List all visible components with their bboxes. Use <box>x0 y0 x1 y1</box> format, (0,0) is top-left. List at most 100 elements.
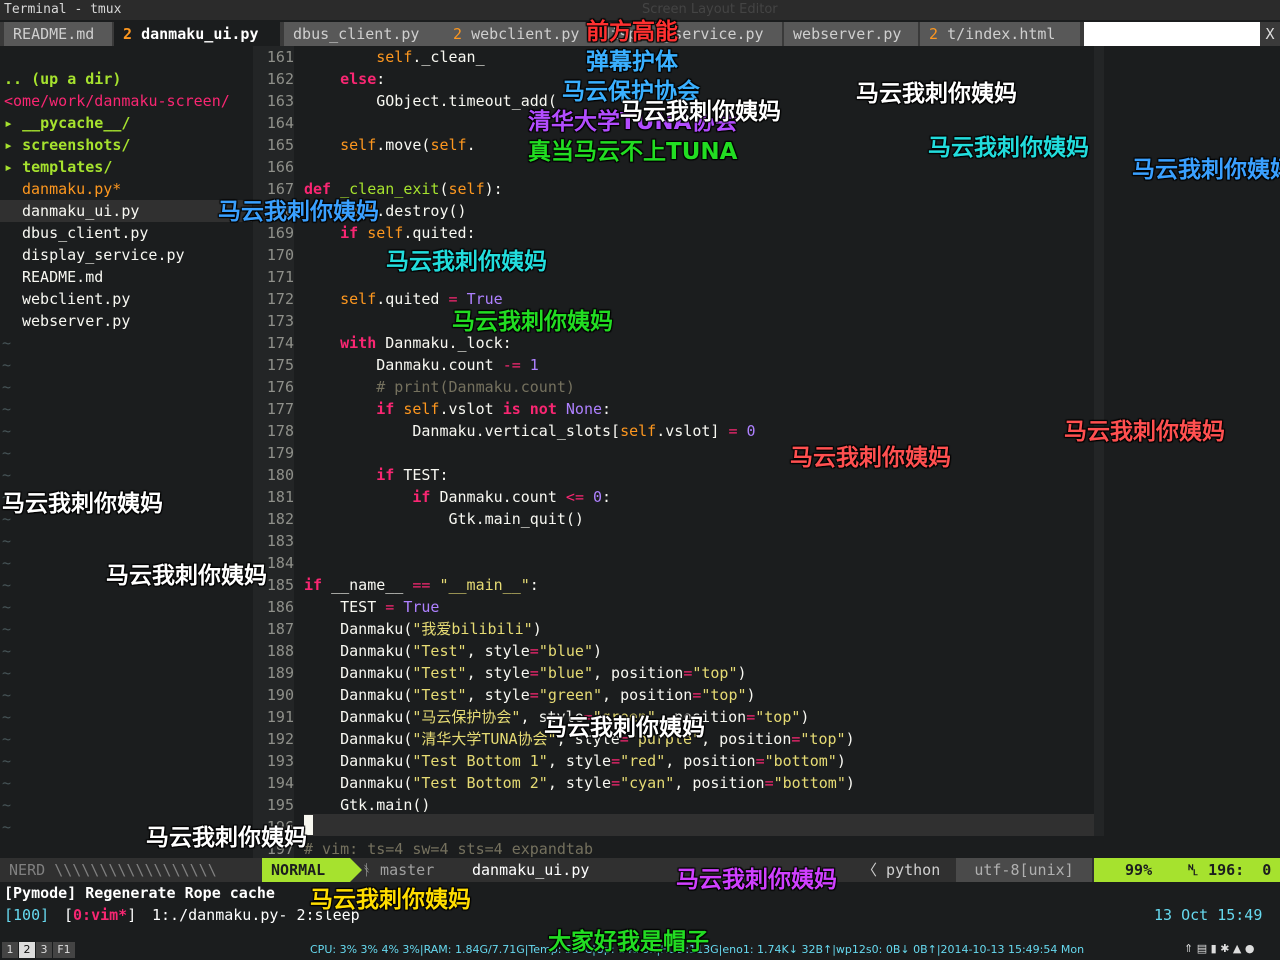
danmaku-comment: 马云我刺你姨妈 <box>106 563 267 589</box>
code-line[interactable]: 183 <box>262 530 1280 552</box>
line-number: 186 <box>262 596 294 618</box>
keyboard-icon: ▤ <box>1196 942 1208 955</box>
danmaku-comment: 马云我刺你姨妈 <box>310 887 471 913</box>
workspace-f1[interactable]: F1 <box>53 942 75 958</box>
code-line[interactable]: 173 <box>262 310 1280 332</box>
line-number: 178 <box>262 420 294 442</box>
workspace-3[interactable]: 3 <box>36 942 52 958</box>
vim-cmdline[interactable]: [Pymode] Regenerate Rope cache <box>0 882 1280 904</box>
tab-webclient[interactable]: 2 webclient.py <box>444 22 592 46</box>
tab-readme[interactable]: README.md <box>4 22 112 46</box>
code-line[interactable]: 169 if self.quited: <box>262 222 1280 244</box>
vertical-split-separator[interactable] <box>253 46 262 858</box>
tab-label: webserver.py <box>793 25 902 43</box>
empty-line-tilde: ~ <box>2 400 12 418</box>
code-text: if __name__ == "__main__": <box>304 576 539 594</box>
workspace-2[interactable]: 2 <box>19 942 35 958</box>
code-line[interactable]: 162 else: <box>262 68 1280 90</box>
code-editor[interactable]: 161 self._clean_ 162 else: 163 GObject.tim… <box>262 46 1280 860</box>
code-line[interactable]: 180 if TEST: <box>262 464 1280 486</box>
code-line[interactable]: 189 Danmaku("Test", style="blue", positi… <box>262 662 1280 684</box>
empty-line-tilde: ~ <box>2 444 12 462</box>
folder-arrow-icon: ▸ <box>4 136 14 154</box>
code-line[interactable]: 188 Danmaku("Test", style="blue") <box>262 640 1280 662</box>
code-line[interactable]: 161 self._clean_ <box>262 46 1280 68</box>
code-line[interactable]: 192 Danmaku("清华大学TUNA协会", style="purple"… <box>262 728 1280 750</box>
code-line[interactable]: 165 self.move(self. <box>262 134 1280 156</box>
tab-index-html[interactable]: 2 t/index.html <box>920 22 1080 46</box>
tmux-window-active[interactable]: [0:vim*] <box>64 904 136 926</box>
network-icon: ▲ <box>1232 942 1242 955</box>
code-line[interactable]: 166 <box>262 156 1280 178</box>
nerdtree-dir-templates[interactable]: ▸ templates/ <box>4 156 112 178</box>
status-encoding: utf-8[unix] <box>956 858 1092 882</box>
code-text: # print(Danmaku.count) <box>376 378 575 396</box>
nerd-label: NERD <box>9 861 46 879</box>
tab-dbus-client[interactable]: dbus_client.py <box>284 22 444 46</box>
code-line[interactable]: 185 if __name__ == "__main__": <box>262 574 1280 596</box>
battery-icon: ▮ <box>1210 942 1217 955</box>
line-number: 177 <box>262 398 294 420</box>
tab-danmaku-ui[interactable]: 2 danmaku_ui.py <box>114 22 280 46</box>
danmaku-comment: 马云我刺你姨妈 <box>620 99 781 125</box>
nerdtree-file[interactable]: webclient.py <box>22 288 130 310</box>
nerdtree-dir-pycache[interactable]: ▸ __pycache__/ <box>4 112 130 134</box>
line-number: 176 <box>262 376 294 398</box>
code-line[interactable]: 190 Danmaku("Test", style="green", posit… <box>262 684 1280 706</box>
line-number: 171 <box>262 266 294 288</box>
status-position: 99% ␤ 196: 0 <box>1094 858 1280 882</box>
editor-cursorline <box>304 814 1094 836</box>
line-number: 188 <box>262 640 294 662</box>
code-line[interactable]: 186 TEST = True <box>262 596 1280 618</box>
code-text: else: <box>340 70 386 88</box>
code-line[interactable]: 191 Danmaku("马云保护协会", style="green", pos… <box>262 706 1280 728</box>
update-icon: ⇑ <box>1184 942 1194 955</box>
code-line[interactable]: 187 Danmaku("我爱bilibili") <box>262 618 1280 640</box>
line-number: 162 <box>262 68 294 90</box>
danmaku-comment: 前方高能 <box>586 19 678 45</box>
tab-webserver[interactable]: webserver.py <box>784 22 918 46</box>
code-line[interactable]: 194 Danmaku("Test Bottom 2", style="cyan… <box>262 772 1280 794</box>
nerdtree-up-dir[interactable]: .. (up a dir) <box>4 68 121 90</box>
nerdtree-file[interactable]: dbus_client.py <box>22 222 148 244</box>
line-number: 179 <box>262 442 294 464</box>
danmaku-comment: 马云我刺你姨妈 <box>386 249 547 275</box>
danmaku-comment: 马云我刺你姨妈 <box>452 309 613 335</box>
code-line[interactable]: 175 Danmaku.count -= 1 <box>262 354 1280 376</box>
status-percent: 99% <box>1125 861 1153 879</box>
nerdtree-file[interactable]: webserver.py <box>22 310 130 332</box>
code-line[interactable]: 172 self.quited = True <box>262 288 1280 310</box>
code-line[interactable]: 181 if Danmaku.count <= 0: <box>262 486 1280 508</box>
tmux-clock: 13 Oct 15:49 <box>1154 906 1263 924</box>
code-text: Danmaku.vertical_slots[self.vslot] = 0 <box>304 422 756 440</box>
code-line[interactable]: 193 Danmaku("Test Bottom 1", style="red"… <box>262 750 1280 772</box>
code-line[interactable]: 167 def _clean_exit(self): <box>262 178 1280 200</box>
nerdtree-dir-screenshots[interactable]: ▸ screenshots/ <box>4 134 130 156</box>
code-line[interactable]: 176 # print(Danmaku.count) <box>262 376 1280 398</box>
code-text: # vim: ts=4 sw=4 sts=4 expandtab <box>304 840 593 858</box>
workspace-1[interactable]: 1 <box>2 942 18 958</box>
code-line[interactable]: 197 # vim: ts=4 sw=4 sts=4 expandtab <box>262 838 1280 860</box>
nerdtree-file[interactable]: README.md <box>22 266 103 288</box>
nerdtree-file[interactable]: display_service.py <box>22 244 185 266</box>
nerdtree-root[interactable]: <ome/work/danmaku-screen/ <box>4 90 230 112</box>
nerdtree-file[interactable]: danmaku_ui.py <box>22 200 139 222</box>
danmaku-comment: 大家好我是帽子 <box>548 929 709 955</box>
line-number: 193 <box>262 750 294 772</box>
code-text: Gtk.main() <box>304 796 431 814</box>
empty-line-tilde: ~ <box>2 620 12 638</box>
code-text: self._clean_ <box>376 48 485 66</box>
line-number: 165 <box>262 134 294 156</box>
tab-close-button[interactable]: X <box>1262 22 1278 46</box>
empty-line-tilde: ~ <box>2 642 12 660</box>
tab-label: webclient.py <box>471 25 580 43</box>
code-line[interactable]: 168 self.destroy() <box>262 200 1280 222</box>
line-number: 194 <box>262 772 294 794</box>
code-line[interactable]: 184 <box>262 552 1280 574</box>
power-icon: ● <box>1244 942 1255 955</box>
tmux-session[interactable]: [100] <box>4 904 49 926</box>
code-line[interactable]: 195 Gtk.main() <box>262 794 1280 816</box>
code-line[interactable]: 174 with Danmaku._lock: <box>262 332 1280 354</box>
nerdtree-file[interactable]: danmaku.py* <box>22 178 121 200</box>
code-line[interactable]: 182 Gtk.main_quit() <box>262 508 1280 530</box>
